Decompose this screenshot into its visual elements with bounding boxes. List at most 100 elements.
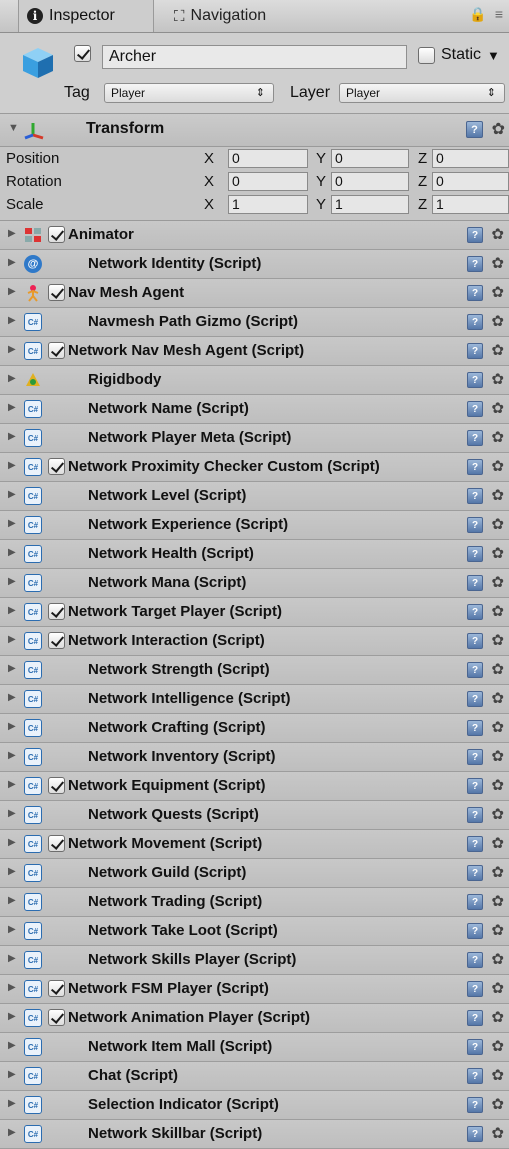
expand-triangle-icon[interactable]: ▶ [8,953,16,964]
expand-triangle-icon[interactable]: ▶ [8,779,16,790]
help-icon[interactable]: ? [467,546,483,562]
help-icon[interactable]: ? [467,314,483,330]
help-icon[interactable]: ? [467,865,483,881]
gear-icon[interactable]: ✿ [491,776,504,794]
component-row[interactable]: ▶ C# Network Level (Script)? ✿ [0,482,509,511]
help-icon[interactable]: ? [467,459,483,475]
component-row[interactable]: ▶ C# Network Equipment (Script)? ✿ [0,772,509,801]
expand-triangle-icon[interactable]: ▶ [8,344,16,355]
component-row[interactable]: ▶ Animator? ✿ [0,221,509,250]
component-enabled-checkbox[interactable] [48,980,65,997]
help-icon[interactable]: ? [467,691,483,707]
component-row[interactable]: ▶ C# Network Animation Player (Script)? ✿ [0,1004,509,1033]
rotation-z-field[interactable]: 0 [432,172,509,191]
component-row[interactable]: ▶ C# Network Inventory (Script)? ✿ [0,743,509,772]
expand-triangle-icon[interactable]: ▶ [8,228,16,239]
component-enabled-checkbox[interactable] [48,835,65,852]
scale-x-field[interactable]: 1 [228,195,308,214]
component-row[interactable]: ▶ C# Network Quests (Script)? ✿ [0,801,509,830]
expand-triangle-icon[interactable]: ▶ [8,866,16,877]
transform-header[interactable]: ▼ Transform ? ✿ [0,114,509,147]
component-enabled-checkbox[interactable] [48,777,65,794]
component-row[interactable]: ▶ C# Network Intelligence (Script)? ✿ [0,685,509,714]
gear-icon[interactable]: ✿ [491,950,504,968]
component-row[interactable]: ▶ C# Network Movement (Script)? ✿ [0,830,509,859]
expand-triangle-icon[interactable]: ▶ [8,895,16,906]
gear-icon[interactable]: ✿ [491,602,504,620]
gear-icon[interactable]: ✿ [491,544,504,562]
component-row[interactable]: ▶ @ Network Identity (Script)? ✿ [0,250,509,279]
help-icon[interactable]: ? [466,121,483,138]
help-icon[interactable]: ? [467,343,483,359]
expand-triangle-icon[interactable]: ▶ [8,518,16,529]
expand-triangle-icon[interactable]: ▶ [8,1069,16,1080]
expand-triangle-icon[interactable]: ▶ [8,837,16,848]
help-icon[interactable]: ? [467,1126,483,1142]
gear-icon[interactable]: ✿ [491,573,504,591]
component-row[interactable]: ▶ C# Network Player Meta (Script)? ✿ [0,424,509,453]
expand-triangle-icon[interactable]: ▶ [8,924,16,935]
gear-icon[interactable]: ✿ [491,457,504,475]
gear-icon[interactable]: ✿ [491,486,504,504]
gear-icon[interactable]: ✿ [491,370,504,388]
gear-icon[interactable]: ✿ [491,660,504,678]
expand-triangle-icon[interactable]: ▶ [8,692,16,703]
gear-icon[interactable]: ✿ [491,718,504,736]
expand-triangle-icon[interactable]: ▶ [8,663,16,674]
component-row[interactable]: ▶ C# Network Item Mall (Script)? ✿ [0,1033,509,1062]
component-row[interactable]: ▶ Rigidbody? ✿ [0,366,509,395]
component-row[interactable]: ▶ C# Navmesh Path Gizmo (Script)? ✿ [0,308,509,337]
help-icon[interactable]: ? [467,981,483,997]
help-icon[interactable]: ? [467,488,483,504]
gear-icon[interactable]: ✿ [491,1124,504,1142]
gear-icon[interactable]: ✿ [491,428,504,446]
gear-icon[interactable]: ✿ [492,119,505,139]
help-icon[interactable]: ? [467,575,483,591]
expand-triangle-icon[interactable]: ▶ [8,431,16,442]
expand-triangle-icon[interactable]: ▶ [8,1040,16,1051]
gear-icon[interactable]: ✿ [491,341,504,359]
gear-icon[interactable]: ✿ [491,1095,504,1113]
expand-triangle-icon[interactable]: ▶ [8,634,16,645]
help-icon[interactable]: ? [467,604,483,620]
help-icon[interactable]: ? [467,807,483,823]
expand-triangle-icon[interactable]: ▼ [8,122,19,134]
expand-triangle-icon[interactable]: ▶ [8,460,16,471]
component-row[interactable]: ▶ C# Network Health (Script)? ✿ [0,540,509,569]
component-enabled-checkbox[interactable] [48,284,65,301]
component-row[interactable]: ▶ C# Network Experience (Script)? ✿ [0,511,509,540]
expand-triangle-icon[interactable]: ▶ [8,489,16,500]
component-row[interactable]: ▶ C# Network Trading (Script)? ✿ [0,888,509,917]
component-row[interactable]: ▶ C# Network Target Player (Script)? ✿ [0,598,509,627]
help-icon[interactable]: ? [467,836,483,852]
help-icon[interactable]: ? [467,749,483,765]
help-icon[interactable]: ? [467,256,483,272]
help-icon[interactable]: ? [467,1039,483,1055]
gear-icon[interactable]: ✿ [491,312,504,330]
help-icon[interactable]: ? [467,517,483,533]
expand-triangle-icon[interactable]: ▶ [8,1011,16,1022]
expand-triangle-icon[interactable]: ▶ [8,808,16,819]
gear-icon[interactable]: ✿ [491,689,504,707]
expand-triangle-icon[interactable]: ▶ [8,373,16,384]
help-icon[interactable]: ? [467,952,483,968]
expand-triangle-icon[interactable]: ▶ [8,982,16,993]
expand-triangle-icon[interactable]: ▶ [8,1127,16,1138]
help-icon[interactable]: ? [467,372,483,388]
help-icon[interactable]: ? [467,227,483,243]
component-row[interactable]: ▶ C# Network Take Loot (Script)? ✿ [0,917,509,946]
component-row[interactable]: ▶ Nav Mesh Agent? ✿ [0,279,509,308]
expand-triangle-icon[interactable]: ▶ [8,605,16,616]
gear-icon[interactable]: ✿ [491,747,504,765]
position-y-field[interactable]: 0 [331,149,409,168]
rotation-y-field[interactable]: 0 [331,172,409,191]
expand-triangle-icon[interactable]: ▶ [8,576,16,587]
gear-icon[interactable]: ✿ [491,515,504,533]
static-checkbox[interactable] [418,46,435,64]
lock-icon[interactable]: 🔒 [469,6,486,23]
component-row[interactable]: ▶ C# Network Crafting (Script)? ✿ [0,714,509,743]
gear-icon[interactable]: ✿ [491,1037,504,1055]
help-icon[interactable]: ? [467,720,483,736]
gear-icon[interactable]: ✿ [491,631,504,649]
scale-z-field[interactable]: 1 [432,195,509,214]
